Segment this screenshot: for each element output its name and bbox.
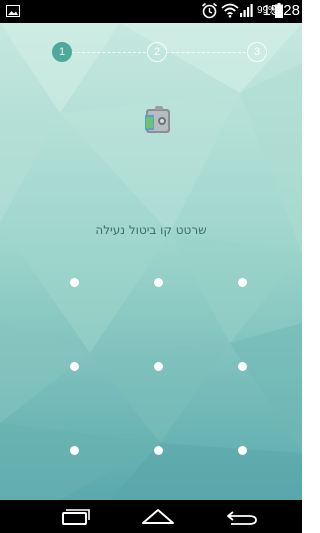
pattern-setup-screen: 1 2 3 שרטט קו ביטול נעילה [0,23,302,500]
clock: 15:28 [262,2,300,19]
picture-icon [6,5,20,17]
recent-apps-icon[interactable] [55,504,95,530]
pattern-dot[interactable] [69,277,79,287]
step-connector [166,52,246,53]
pattern-dot[interactable] [153,445,163,455]
step-2: 2 [147,42,167,62]
pattern-dot[interactable] [237,361,247,371]
step-3: 3 [247,42,267,62]
wifi-icon [221,3,239,18]
back-icon[interactable] [221,504,261,530]
step-1: 1 [52,42,72,62]
pattern-dot[interactable] [153,277,163,287]
pattern-dot[interactable] [237,445,247,455]
pattern-dot[interactable] [69,361,79,371]
pattern-dot[interactable] [237,277,247,287]
navigation-bar [0,500,302,533]
alarm-clock-icon [201,2,218,19]
pattern-dot[interactable] [69,445,79,455]
vault-lock-icon [145,106,170,133]
polygon-background [0,23,302,500]
status-bar: 99% 15:28 [0,0,302,23]
signal-icon [240,4,253,17]
pattern-dot[interactable] [153,361,163,371]
step-connector [72,52,146,53]
home-icon[interactable] [138,504,178,530]
instruction-text: שרטט קו ביטול נעילה [95,223,207,237]
step-indicator: 1 2 3 [0,23,302,83]
